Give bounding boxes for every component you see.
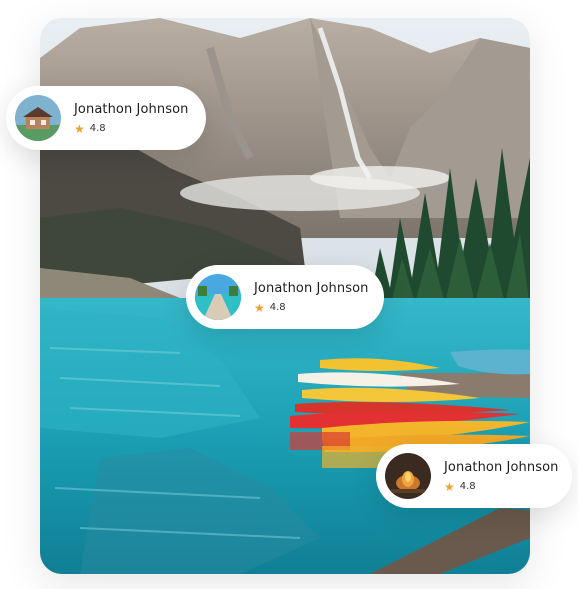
reviewer-name: Jonathon Johnson <box>74 101 189 117</box>
rating-value: 4.8 <box>89 123 106 134</box>
review-card[interactable]: Jonathon Johnson ★ 4.8 <box>186 265 384 329</box>
reviewer-name: Jonathon Johnson <box>254 280 369 296</box>
review-card[interactable]: Jonathon Johnson ★ 4.8 <box>376 444 572 508</box>
star-icon: ★ <box>254 300 265 315</box>
rating-value: 4.8 <box>459 481 476 492</box>
review-card[interactable]: Jonathon Johnson ★ 4.8 <box>6 86 206 150</box>
star-icon: ★ <box>444 479 455 494</box>
rating-value: 4.8 <box>269 302 286 313</box>
star-icon: ★ <box>74 121 85 136</box>
boardwalk-avatar <box>195 274 241 320</box>
campfire-avatar <box>385 453 431 499</box>
cabin-avatar <box>15 95 61 141</box>
reviewer-name: Jonathon Johnson <box>444 459 559 475</box>
